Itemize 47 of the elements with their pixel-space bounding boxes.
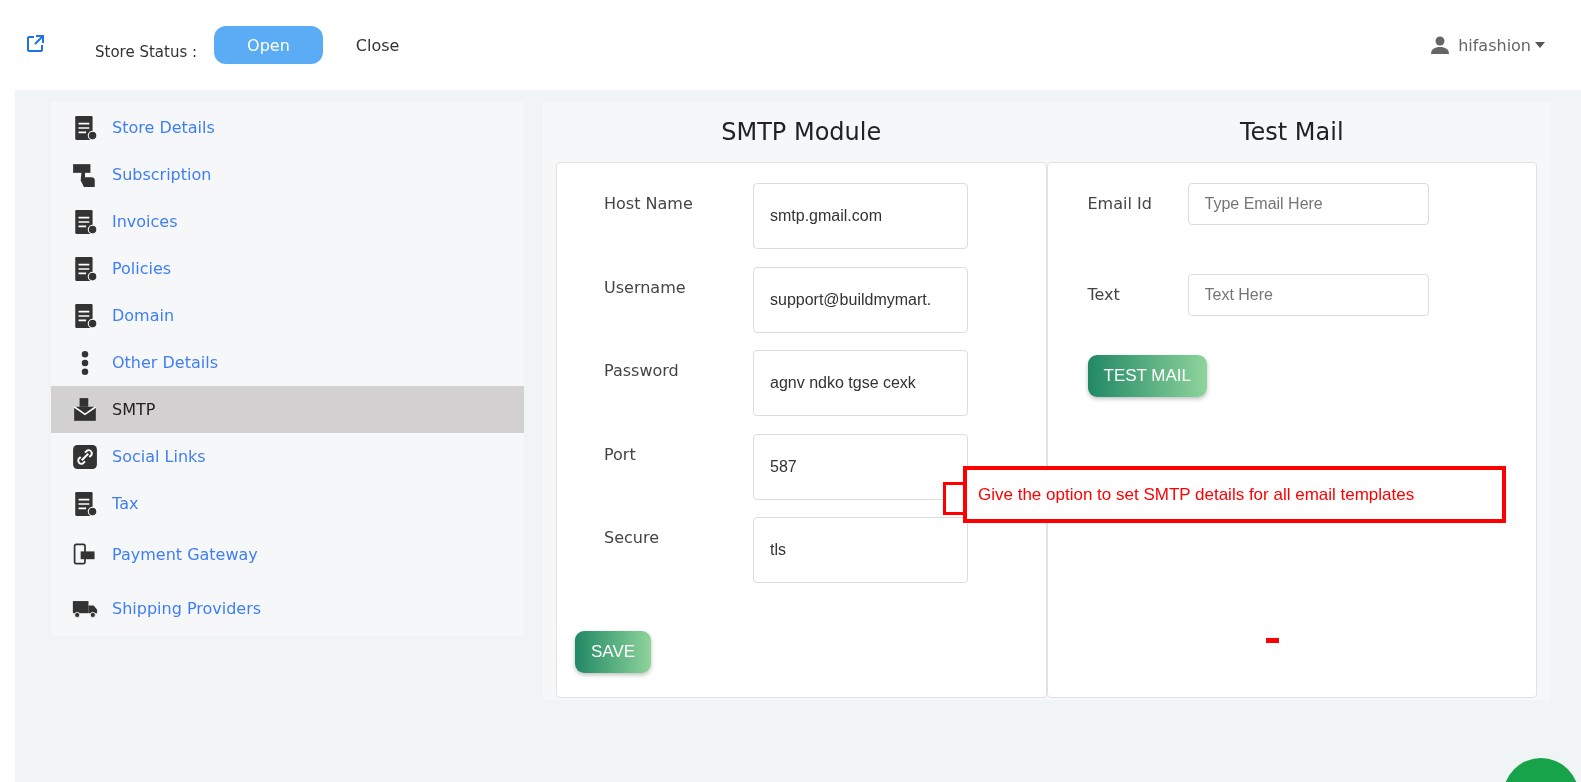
sidebar-item[interactable]: Other Details [51,339,524,386]
section-title: Test Mail [1238,117,1345,148]
field-label: Host Name [603,193,694,215]
sidebar-item[interactable]: Policies [51,245,524,292]
document-icon [72,490,98,517]
sidebar-item[interactable]: Tax [51,480,524,527]
document-icon [72,302,98,329]
field-label: Email Id [1087,193,1153,215]
input-field[interactable]: 587 [753,433,968,500]
field-label: Text [1087,284,1121,306]
annotation-text: Give the option to set SMTP details for all email templates [978,484,1415,505]
sidebar-item[interactable]: Shipping Providers [51,581,524,635]
input-field[interactable]: support@buildmymart. [753,266,968,333]
sidebar-item[interactable]: Payment Gateway [51,527,524,581]
hand-pointer-icon [72,161,98,188]
phone-card-icon [72,541,98,567]
input-field[interactable]: agnv ndko tgse cexk [753,350,968,416]
document-icon [72,255,98,282]
sidebar-item[interactable]: SMTP [51,386,524,433]
external-link-icon[interactable] [25,34,45,54]
sidebar-item[interactable]: Invoices [51,198,524,245]
input-field[interactable]: smtp.gmail.com [753,183,968,249]
sidebar-item[interactable]: Subscription [51,151,524,198]
field-label: Secure [603,527,660,549]
caret-icon[interactable] [1535,42,1545,48]
status-toggle[interactable]: Open [214,26,323,64]
input-field[interactable]: tls [753,517,968,583]
user-icon[interactable] [1430,35,1451,55]
sidebar-item[interactable]: Store Details [51,104,524,151]
store-status-label: Store Status : [95,43,198,61]
test-mail-button[interactable]: TEST MAIL [1087,355,1208,397]
link-icon [72,443,98,470]
envelope-icon [72,396,98,423]
save-button[interactable]: SAVE [575,630,652,673]
field-label: Password [603,360,680,382]
document-icon [72,208,98,235]
document-icon [72,114,98,141]
input-field[interactable]: Text Here [1187,274,1429,316]
input-field[interactable]: Type Email Here [1187,183,1429,225]
annotation-mark [1266,638,1279,643]
field-label: Port [603,443,637,466]
user-menu[interactable]: hifashion [1458,35,1531,55]
sidebar-item[interactable]: Social Links [51,433,524,480]
section-title: SMTP Module [720,117,883,148]
sidebar-item[interactable]: Domain [51,292,524,339]
status-toggle[interactable]: Close [322,26,433,64]
field-label: Username [603,276,687,299]
